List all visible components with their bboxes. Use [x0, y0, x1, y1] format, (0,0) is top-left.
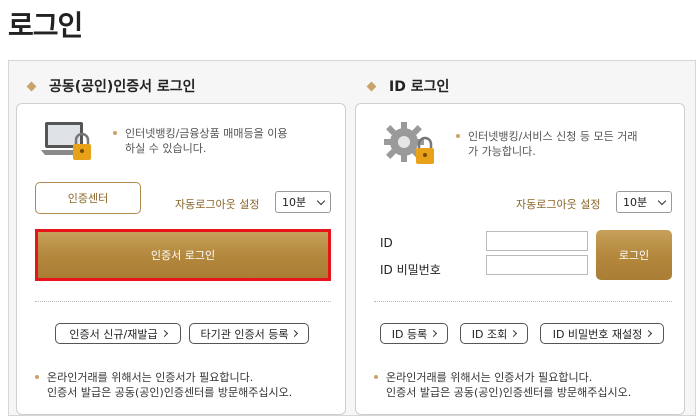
cert-issue-link[interactable]: 인증서 신규/재발급	[55, 323, 181, 344]
cert-auto-logout-value: 10분	[282, 196, 307, 209]
divider	[374, 301, 672, 302]
id-login-heading: ID 로그인	[366, 76, 450, 96]
cert-auto-logout-label: 자동로그아웃 설정	[175, 198, 260, 211]
chevron-right-icon	[645, 329, 653, 338]
id-lookup-label: ID 조회	[471, 327, 508, 341]
id-auto-logout-select[interactable]: 10분	[616, 191, 672, 213]
id-heading-text: ID 로그인	[389, 79, 450, 95]
cert-login-button[interactable]: 인증서 로그인	[38, 232, 328, 278]
id-footer-line-2: 인증서 발급은 공동(공인)인증센터를 방문해주십시오.	[386, 386, 632, 399]
id-login-panel: 인터넷뱅킹/서비스 신청 등 모든 거래 가 가능합니다. 자동로그아웃 설정 …	[355, 103, 685, 415]
other-cert-register-label: 타기관 인증서 등록	[200, 327, 289, 341]
password-field-label: ID 비밀번호	[380, 263, 441, 277]
id-lookup-link[interactable]: ID 조회	[460, 323, 528, 344]
id-password-reset-link[interactable]: ID 비밀번호 재설정	[540, 323, 664, 344]
cert-auto-logout-select[interactable]: 10분	[275, 191, 331, 213]
id-input[interactable]	[486, 231, 588, 251]
page-title: 로그인	[8, 9, 83, 42]
bullet-icon	[456, 134, 460, 138]
id-field-label: ID	[380, 236, 393, 250]
bullet-icon	[35, 375, 39, 379]
chevron-down-icon	[316, 196, 326, 205]
chevron-right-icon	[510, 329, 518, 338]
id-login-button[interactable]: 로그인	[596, 230, 672, 280]
diamond-bullet-icon	[26, 81, 37, 91]
cert-center-button[interactable]: 인증센터	[35, 182, 141, 214]
cert-footer-line-2: 인증서 발급은 공동(공인)인증센터를 방문해주십시오.	[47, 386, 293, 399]
diamond-bullet-icon	[366, 81, 377, 91]
chevron-right-icon	[291, 329, 299, 338]
chevron-right-icon	[430, 329, 438, 338]
id-description-line-1: 인터넷뱅킹/서비스 신청 등 모든 거래	[468, 130, 638, 143]
password-input[interactable]	[486, 255, 588, 275]
id-password-reset-label: ID 비밀번호 재설정	[552, 327, 643, 341]
cert-description-line-1: 인터넷뱅킹/금융상품 매매등을 이용	[125, 127, 288, 140]
cert-footer-line-1: 온라인거래를 위해서는 인증서가 필요합니다.	[47, 371, 254, 384]
cert-login-panel: 인터넷뱅킹/금융상품 매매등을 이용 하실 수 있습니다. 인증센터 자동로그아…	[16, 103, 346, 415]
id-auto-logout-value: 10분	[623, 196, 648, 209]
laptop-lock-icon	[41, 122, 91, 160]
id-description-line-2: 가 가능합니다.	[468, 145, 536, 158]
bullet-icon	[113, 131, 117, 135]
id-register-label: ID 등록	[391, 327, 428, 341]
bullet-icon	[374, 375, 378, 379]
cert-login-heading: 공동(공인)인증서 로그인	[26, 76, 196, 96]
cert-issue-link-label: 인증서 신규/재발급	[69, 327, 158, 341]
cert-heading-text: 공동(공인)인증서 로그인	[49, 79, 196, 95]
id-footer-line-1: 온라인거래를 위해서는 인증서가 필요합니다.	[386, 371, 593, 384]
cert-login-highlight: 인증서 로그인	[35, 229, 331, 281]
other-cert-register-link[interactable]: 타기관 인증서 등록	[189, 323, 309, 344]
chevron-down-icon	[657, 196, 667, 205]
chevron-right-icon	[160, 329, 168, 338]
id-auto-logout-label: 자동로그아웃 설정	[516, 198, 601, 211]
cert-description-line-2: 하실 수 있습니다.	[125, 142, 207, 155]
gear-lock-icon	[384, 122, 434, 164]
divider	[35, 301, 331, 302]
id-register-link[interactable]: ID 등록	[380, 323, 448, 344]
